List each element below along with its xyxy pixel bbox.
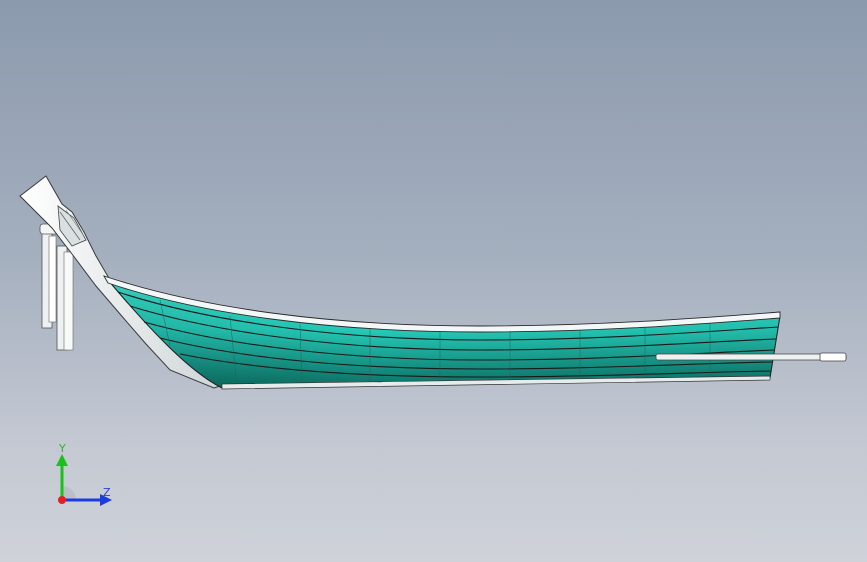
axis-y-label: Y [59, 442, 66, 455]
propeller-shaft [655, 352, 847, 362]
graphics-viewport[interactable]: Y Z [0, 0, 867, 562]
axis-z-label: Z [103, 486, 111, 499]
axis-triad [56, 454, 112, 506]
hull [103, 275, 781, 390]
boat-model[interactable] [0, 0, 867, 562]
